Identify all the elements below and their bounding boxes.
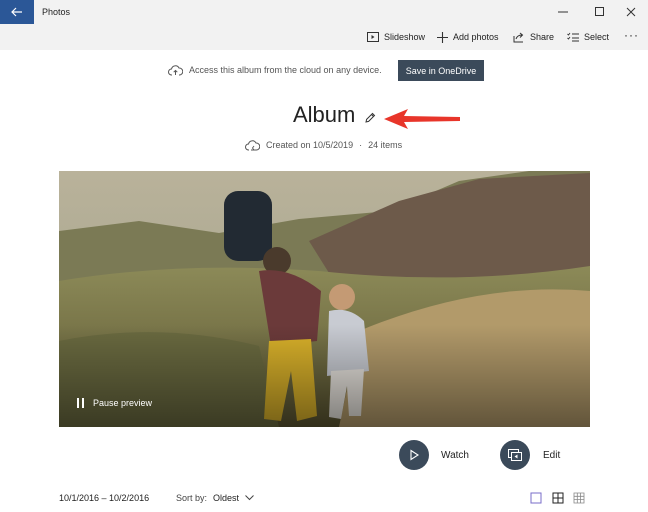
back-button[interactable]: [0, 0, 34, 24]
command-bar: Slideshow Add photos Share Select ···: [0, 24, 648, 50]
save-in-onedrive-button[interactable]: Save in OneDrive: [398, 60, 484, 81]
add-photos-button[interactable]: Add photos: [437, 30, 499, 44]
close-icon: [626, 7, 636, 17]
share-label: Share: [530, 32, 555, 42]
slideshow-icon: [367, 32, 379, 42]
more-dots-icon: ···: [624, 28, 639, 42]
sort-by-dropdown[interactable]: Sort by: Oldest: [176, 493, 254, 503]
pause-icon: [77, 398, 84, 408]
play-icon: [410, 449, 420, 461]
select-button[interactable]: Select: [567, 30, 609, 44]
share-button[interactable]: Share: [513, 30, 554, 44]
video-edit-icon: [508, 449, 522, 461]
share-icon: [513, 32, 524, 42]
medium-tiles-view-icon[interactable]: [552, 492, 564, 504]
album-preview-image[interactable]: [59, 171, 590, 427]
close-button[interactable]: [614, 0, 648, 24]
chevron-down-icon: [245, 495, 254, 501]
slideshow-label: Slideshow: [384, 32, 426, 42]
item-count: 24 items: [368, 140, 403, 150]
created-date: Created on 10/5/2019: [266, 140, 354, 150]
album-meta: Created on 10/5/2019 · 24 items: [245, 138, 402, 152]
slideshow-button[interactable]: Slideshow: [367, 30, 425, 44]
meta-separator: ·: [359, 140, 363, 150]
edit-label[interactable]: Edit: [543, 450, 560, 461]
watch-label[interactable]: Watch: [441, 450, 469, 461]
maximize-button[interactable]: [583, 0, 617, 24]
select-list-icon: [567, 32, 579, 42]
select-label: Select: [584, 32, 610, 42]
cloud-notice: Access this album from the cloud on any …: [168, 60, 382, 80]
minimize-button[interactable]: [546, 0, 580, 24]
sort-by-value: Oldest: [213, 493, 240, 503]
cloud-sync-icon: [245, 139, 260, 150]
pencil-icon[interactable]: [363, 111, 377, 125]
edit-video-button[interactable]: [500, 440, 530, 470]
maximize-icon: [595, 7, 604, 16]
app-title: Photos: [42, 7, 71, 17]
plus-icon: [437, 31, 448, 43]
cloud-notice-text: Access this album from the cloud on any …: [189, 65, 382, 75]
pause-preview-button[interactable]: Pause preview: [77, 396, 152, 410]
minimize-icon: [558, 11, 568, 13]
sort-by-label: Sort by:: [176, 493, 208, 503]
album-title[interactable]: Album: [293, 102, 355, 128]
pause-preview-label: Pause preview: [93, 398, 153, 408]
cloud-upload-icon: [168, 64, 183, 75]
watch-button[interactable]: [399, 440, 429, 470]
add-photos-label: Add photos: [453, 32, 499, 42]
more-options-button[interactable]: ···: [624, 28, 639, 42]
date-range: 10/1/2016 – 10/2/2016: [59, 493, 150, 503]
red-arrow-annotation: [384, 109, 460, 129]
small-tiles-view-icon[interactable]: [573, 492, 585, 504]
title-bar: Photos: [0, 0, 648, 24]
large-tiles-view-icon[interactable]: [530, 492, 542, 504]
back-arrow-icon: [11, 7, 22, 17]
